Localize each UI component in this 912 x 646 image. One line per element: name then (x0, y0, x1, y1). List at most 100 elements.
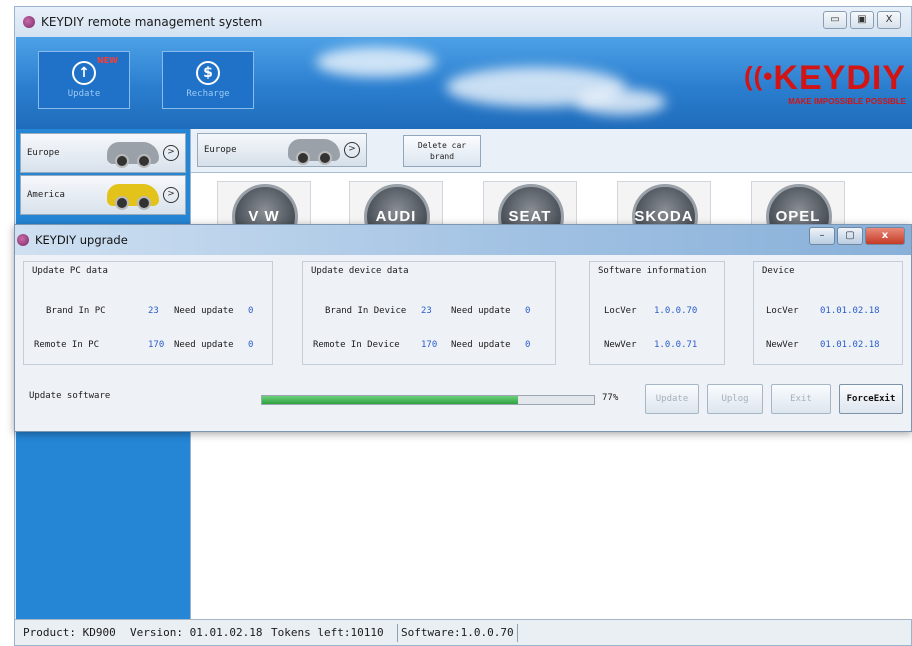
device-remote-need-value: 0 (525, 340, 531, 350)
chevron-right-icon[interactable]: > (163, 145, 179, 161)
car-icon (107, 142, 159, 168)
brand-tile-vw[interactable]: V W (217, 181, 311, 227)
pc-remote-value: 170 (148, 340, 165, 350)
tab-europe[interactable]: Europe > (197, 133, 367, 167)
device-brand-label: Brand In Device (325, 306, 407, 316)
close-button[interactable]: X (877, 11, 901, 29)
cloud-decoration (316, 47, 436, 77)
logo-tagline: MAKE IMPOSSIBLE POSSIBLE (788, 97, 906, 106)
device-info-group: Device LocVer 01.01.02.18 NewVer 01.01.0… (753, 261, 903, 365)
logo-name: KEYDIY (773, 59, 906, 97)
update-software-label: Update software (29, 391, 111, 401)
device-remote-value: 170 (421, 340, 438, 350)
force-exit-button[interactable]: ForceExit (839, 384, 903, 414)
status-product: Product: KD900 (23, 626, 116, 639)
device-locver-value: 01.01.02.18 (820, 306, 880, 316)
exit-button[interactable]: Exit (771, 384, 831, 414)
brand-name: SEAT (508, 208, 552, 225)
minimize-button[interactable]: ▭ (823, 11, 847, 29)
status-divider (517, 624, 518, 642)
software-newver-value: 1.0.0.71 (654, 340, 698, 350)
maximize-button[interactable]: ▣ (850, 11, 874, 29)
dollar-icon: $ (196, 61, 220, 85)
pc-brand-label: Brand In PC (46, 306, 106, 316)
main-window-title: KEYDIY remote management system (41, 15, 263, 29)
software-info-group: Software information LocVer 1.0.0.70 New… (589, 261, 725, 365)
device-newver-value: 01.01.02.18 (820, 340, 880, 350)
status-tokens: Tokens left:10110 (271, 626, 384, 639)
cloud-decoration (576, 89, 666, 115)
app-icon (17, 234, 29, 246)
pc-remote-need-value: 0 (248, 340, 254, 350)
sidebar-item-america[interactable]: America > (20, 175, 186, 215)
dialog-window-controls: – ▢ x (809, 227, 905, 245)
device-brand-value: 23 (421, 306, 432, 316)
software-newver-label: NewVer (604, 340, 637, 350)
device-remote-label: Remote In Device (313, 340, 400, 350)
brand-name: V W (248, 208, 280, 225)
keydiy-logo: ((•KEYDIY MAKE IMPOSSIBLE POSSIBLE (744, 59, 906, 106)
dialog-minimize-button[interactable]: – (809, 227, 835, 245)
statusbar: Product: KD900 Version: 01.01.02.18 Toke… (15, 619, 911, 645)
brand-name: SKODA (634, 208, 694, 225)
region-label: Europe (27, 148, 60, 158)
update-progress-fill (262, 396, 518, 404)
region-label: America (27, 190, 65, 200)
upgrade-dialog-titlebar: KEYDIY upgrade – ▢ x (15, 225, 911, 255)
new-badge: NEW (97, 56, 118, 65)
car-icon (288, 139, 340, 165)
brand-tile-opel[interactable]: OPEL (751, 181, 845, 227)
chevron-right-icon[interactable]: > (163, 187, 179, 203)
device-info-title: Device (762, 266, 795, 276)
brand-name: AUDI (375, 208, 417, 225)
pc-remote-need-label: Need update (174, 340, 234, 350)
sidebar-item-europe[interactable]: Europe > (20, 133, 186, 173)
device-data-title: Update device data (311, 266, 409, 276)
device-newver-label: NewVer (766, 340, 799, 350)
uplog-button[interactable]: Uplog (707, 384, 763, 414)
dialog-maximize-button[interactable]: ▢ (837, 227, 863, 245)
device-data-group: Update device data Brand In Device 23 Ne… (302, 261, 556, 365)
main-titlebar: KEYDIY remote management system ▭ ▣ X (15, 7, 911, 37)
dialog-close-button[interactable]: x (865, 227, 905, 245)
update-button-label: Update (67, 89, 101, 99)
brand-name: OPEL (775, 208, 821, 225)
recharge-button[interactable]: $ Recharge (162, 51, 254, 109)
brand-tile-seat[interactable]: SEAT (483, 181, 577, 227)
app-icon (23, 16, 35, 28)
device-remote-need-label: Need update (451, 340, 511, 350)
upgrade-dialog-title: KEYDIY upgrade (35, 233, 128, 247)
dialog-update-button[interactable]: Update (645, 384, 699, 414)
brand-tile-skoda[interactable]: SKODA (617, 181, 711, 227)
logo-mark-icon: ((• (743, 61, 774, 91)
header-banner: NEW ↑ Update $ Recharge ((•KEYDIY MAKE I… (16, 37, 912, 129)
pc-brand-need-label: Need update (174, 306, 234, 316)
upgrade-dialog: KEYDIY upgrade – ▢ x Update PC data Bran… (14, 224, 912, 432)
brand-tile-audi[interactable]: AUDI (349, 181, 443, 227)
status-software: Software:1.0.0.70 (401, 626, 514, 639)
status-divider (397, 624, 398, 642)
update-button[interactable]: NEW ↑ Update (38, 51, 130, 109)
software-locver-value: 1.0.0.70 (654, 306, 698, 316)
recharge-button-label: Recharge (186, 89, 230, 99)
update-progress-percent: 77% (602, 393, 619, 403)
pc-remote-label: Remote In PC (34, 340, 100, 350)
device-brand-need-value: 0 (525, 306, 531, 316)
pc-data-group: Update PC data Brand In PC 23 Need updat… (23, 261, 273, 365)
update-progress-bar (261, 395, 595, 405)
device-locver-label: LocVer (766, 306, 799, 316)
car-icon (107, 184, 159, 210)
status-version: Version: 01.01.02.18 (130, 626, 263, 639)
arrow-up-icon: ↑ (72, 61, 96, 85)
pc-data-title: Update PC data (32, 266, 108, 276)
software-info-title: Software information (598, 266, 707, 276)
region-tab-label: Europe (204, 145, 237, 155)
pc-brand-value: 23 (148, 306, 159, 316)
delete-car-brand-button[interactable]: Delete car brand (403, 135, 481, 167)
pc-brand-need-value: 0 (248, 306, 254, 316)
chevron-right-icon[interactable]: > (344, 142, 360, 158)
content-toolbar: Europe > Delete car brand (191, 129, 912, 173)
main-window-controls: ▭ ▣ X (823, 11, 901, 29)
device-brand-need-label: Need update (451, 306, 511, 316)
brand-list: V W AUDI SEAT SKODA OPEL (191, 175, 912, 227)
